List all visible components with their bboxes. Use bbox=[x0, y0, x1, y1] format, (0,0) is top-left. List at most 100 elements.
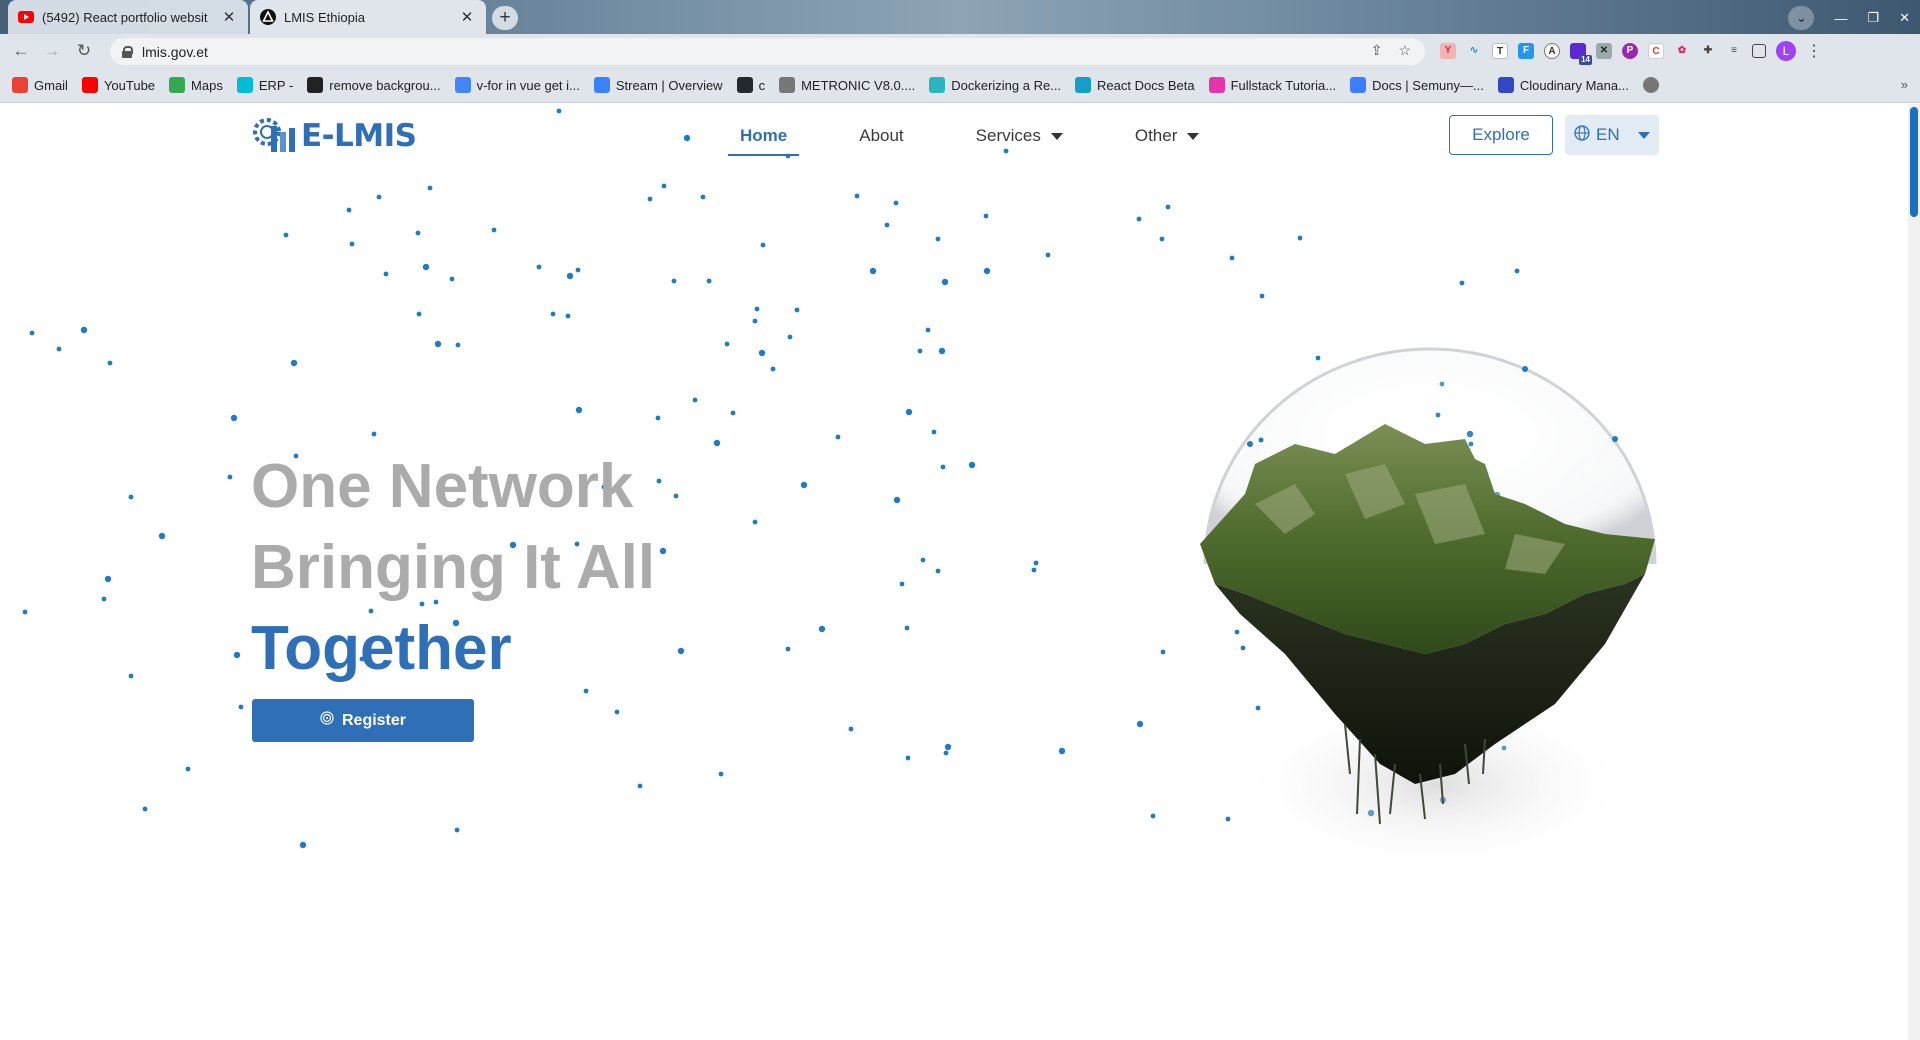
particle-dot bbox=[904, 625, 910, 631]
bookmark-item[interactable]: Gmail bbox=[12, 77, 68, 93]
particle-dot bbox=[758, 349, 766, 357]
bookmark-item[interactable]: remove backgrou... bbox=[307, 77, 441, 93]
bookmark-favicon-icon bbox=[169, 77, 186, 93]
back-icon[interactable]: ← bbox=[10, 40, 32, 62]
extension-a-icon[interactable]: A bbox=[1544, 43, 1560, 59]
bookmark-favicon-icon bbox=[1075, 77, 1092, 93]
tab-search-icon[interactable]: ⌄ bbox=[1788, 6, 1815, 30]
reload-icon[interactable]: ↻ bbox=[73, 40, 95, 62]
bookmark-star-icon[interactable]: ☆ bbox=[1398, 42, 1411, 59]
particle-dot bbox=[142, 806, 148, 812]
bookmark-label: v-for in vue get i... bbox=[476, 77, 580, 93]
particle-dot bbox=[575, 406, 583, 414]
page-scrollbar[interactable] bbox=[1908, 104, 1920, 1040]
share-icon[interactable]: ⇪ bbox=[1371, 42, 1383, 59]
new-tab-button[interactable]: + bbox=[492, 6, 518, 30]
globe-icon bbox=[1574, 124, 1590, 146]
particle-dot bbox=[233, 651, 241, 659]
particle-dot bbox=[1229, 255, 1235, 261]
extension-p-icon[interactable]: P bbox=[1622, 43, 1638, 59]
browser-tab-youtube[interactable]: (5492) React portfolio websit ✕ bbox=[8, 0, 248, 34]
extension-wave-icon[interactable]: ∿ bbox=[1466, 43, 1482, 59]
particle-dot bbox=[56, 346, 62, 352]
nav-about[interactable]: About bbox=[847, 122, 915, 150]
extension-f-icon[interactable]: F bbox=[1518, 43, 1534, 59]
particle-dot bbox=[673, 493, 679, 499]
close-window-icon[interactable]: ✕ bbox=[1899, 10, 1910, 26]
particle-dot bbox=[1150, 813, 1156, 819]
bookmark-item[interactable]: YouTube bbox=[81, 77, 155, 93]
bookmark-item[interactable]: Dockerizing a Re... bbox=[929, 77, 1061, 93]
bookmark-item[interactable]: Maps bbox=[169, 77, 223, 93]
extension-c-icon[interactable]: C bbox=[1648, 43, 1664, 59]
bookmark-label: Gmail bbox=[34, 77, 68, 93]
close-tab-icon[interactable]: ✕ bbox=[458, 8, 476, 26]
bookmark-item[interactable]: METRONIC V8.0.... bbox=[779, 77, 915, 93]
extension-badge-icon[interactable]: 14 bbox=[1570, 43, 1592, 65]
particle-dot bbox=[283, 232, 289, 238]
address-bar[interactable]: lmis.gov.et ⇪ ☆ bbox=[110, 38, 1425, 65]
browser-tab-lmis[interactable]: LMIS Ethiopia ✕ bbox=[250, 0, 486, 34]
register-button[interactable]: Register bbox=[252, 699, 474, 742]
bookmark-label: remove backgrou... bbox=[329, 77, 441, 93]
globe-icon[interactable] bbox=[1642, 77, 1665, 93]
bookmark-label: React Docs Beta bbox=[1097, 77, 1195, 93]
particle-dot bbox=[724, 341, 730, 347]
bookmark-label: ERP - bbox=[258, 77, 294, 93]
bookmarks-overflow-icon[interactable]: » bbox=[1901, 77, 1908, 92]
chevron-down-icon bbox=[1050, 133, 1063, 141]
particle-dot bbox=[491, 227, 497, 233]
bookmark-favicon-icon bbox=[1350, 77, 1367, 93]
particle-dot bbox=[299, 841, 307, 849]
bookmark-label: Maps bbox=[191, 77, 223, 93]
particle-dot bbox=[893, 496, 901, 504]
particle-dot bbox=[938, 347, 946, 355]
extension-badge-count: 14 bbox=[1579, 55, 1592, 65]
forward-icon[interactable]: → bbox=[41, 40, 63, 62]
particle-dot bbox=[730, 410, 736, 416]
maximize-icon[interactable]: ❐ bbox=[1867, 10, 1879, 26]
particle-dot bbox=[752, 318, 758, 324]
bookmark-favicon-icon bbox=[454, 77, 471, 93]
extension-doc-icon[interactable]: T bbox=[1492, 43, 1508, 59]
bookmark-item[interactable]: v-for in vue get i... bbox=[454, 77, 580, 93]
bookmark-item[interactable]: React Docs Beta bbox=[1075, 77, 1195, 93]
profile-avatar[interactable]: L bbox=[1776, 41, 1796, 61]
scrollbar-thumb[interactable] bbox=[1910, 107, 1918, 217]
nav-services[interactable]: Services bbox=[964, 122, 1075, 150]
particle-dot bbox=[422, 263, 430, 271]
bookmark-item[interactable]: ERP - bbox=[236, 77, 294, 93]
particle-dot bbox=[455, 342, 461, 348]
particle-dot bbox=[104, 575, 112, 583]
tab-title: (5492) React portfolio websit bbox=[42, 9, 208, 25]
hero-line-2: Bringing It All bbox=[251, 533, 656, 602]
nav-other[interactable]: Other bbox=[1123, 122, 1212, 150]
reading-list-icon[interactable]: ≡ bbox=[1726, 43, 1742, 59]
more-menu-icon[interactable]: ⋮ bbox=[1806, 41, 1822, 61]
particle-dot bbox=[700, 194, 706, 200]
side-panel-icon[interactable] bbox=[1752, 44, 1766, 58]
language-selector[interactable]: EN bbox=[1565, 115, 1659, 155]
particle-dot bbox=[415, 230, 421, 236]
extension-gear-icon[interactable]: ✕ bbox=[1596, 43, 1612, 59]
particle-dot bbox=[884, 222, 890, 228]
bookmark-item[interactable]: Fullstack Tutoria... bbox=[1208, 77, 1336, 93]
particle-dot bbox=[1459, 280, 1465, 286]
extension-clickup-icon[interactable]: ✿ bbox=[1674, 43, 1690, 59]
tab-title: LMIS Ethiopia bbox=[284, 9, 365, 25]
extension-y-icon[interactable]: Y bbox=[1440, 43, 1456, 59]
nav-home[interactable]: Home bbox=[728, 122, 800, 156]
minimize-icon[interactable]: — bbox=[1834, 11, 1847, 26]
close-tab-icon[interactable]: ✕ bbox=[220, 8, 238, 26]
bookmark-item[interactable]: Docs | Semuny—... bbox=[1350, 77, 1484, 93]
site-logo[interactable]: E-LMIS bbox=[251, 114, 417, 158]
particle-dot bbox=[760, 242, 766, 248]
bookmark-item[interactable]: Cloudinary Mana... bbox=[1497, 77, 1629, 93]
bookmark-item[interactable]: Stream | Overview bbox=[593, 77, 723, 93]
explore-button[interactable]: Explore bbox=[1449, 115, 1553, 155]
extensions-puzzle-icon[interactable]: ✚ bbox=[1700, 43, 1716, 59]
particle-dot bbox=[935, 568, 941, 574]
hero-line-3: Together bbox=[251, 614, 512, 683]
bookmark-item[interactable]: c bbox=[736, 77, 765, 93]
site-triangle-icon bbox=[260, 9, 276, 25]
